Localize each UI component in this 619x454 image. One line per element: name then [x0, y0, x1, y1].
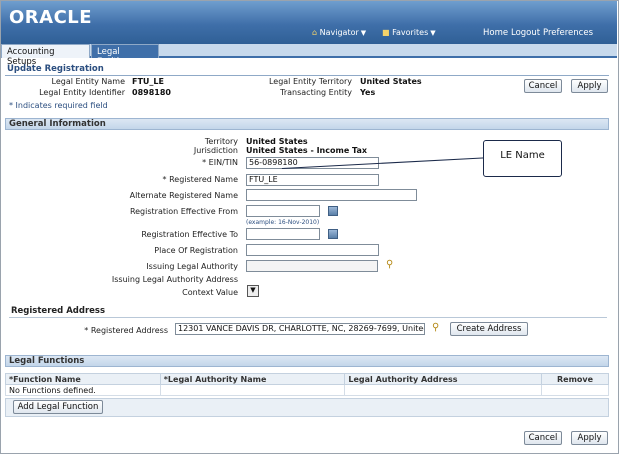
column-header-legal-authority-name: *Legal Authority Name: [159, 373, 346, 385]
tab-bar: Accounting Setups Legal Entities: [1, 44, 617, 67]
logout-link[interactable]: Logout: [511, 28, 540, 38]
registration-effective-to-input[interactable]: [246, 228, 320, 240]
chevron-down-icon: ▼: [430, 29, 436, 37]
registered-name-label: * Registered Name: [162, 175, 238, 184]
navigator-label: Navigator: [319, 28, 359, 37]
tab-legal-entities[interactable]: Legal Entities: [91, 44, 159, 67]
table-row: No Functions defined.: [5, 384, 609, 396]
favorites-label: Favorites: [392, 28, 429, 37]
context-value-label: Context Value: [182, 288, 238, 297]
legal-functions-table: *Function Name *Legal Authority Name Leg…: [5, 373, 609, 396]
search-icon[interactable]: ⚲: [386, 259, 393, 270]
footer-cancel-button[interactable]: Cancel: [524, 431, 562, 445]
cancel-button[interactable]: Cancel: [524, 79, 562, 93]
registration-effective-to-label: Registration Effective To: [141, 230, 238, 239]
legal-entity-identifier-label: Legal Entity Identifier: [39, 88, 125, 97]
search-icon[interactable]: ⚲: [432, 322, 439, 333]
issuing-legal-authority-label: Issuing Legal Authority: [146, 262, 238, 271]
registered-address-divider: [9, 317, 607, 318]
page-title: Update Registration: [7, 64, 104, 74]
place-of-registration-input[interactable]: [246, 244, 379, 256]
legal-functions-header: Legal Functions: [5, 355, 609, 367]
footer-apply-button[interactable]: Apply: [571, 431, 608, 445]
alternate-registered-name-label: Alternate Registered Name: [129, 191, 238, 200]
column-header-remove: Remove: [541, 373, 609, 385]
oracle-logo: ORACLE: [9, 7, 93, 28]
legal-entity-identifier-value: 0898180: [132, 88, 171, 97]
calendar-icon[interactable]: [328, 229, 338, 239]
ein-tin-label: * EIN/TIN: [202, 158, 238, 167]
chevron-down-icon: ▼: [250, 286, 256, 294]
calendar-icon[interactable]: [328, 206, 338, 216]
general-information-header: General Information: [5, 118, 609, 130]
jurisdiction-value: United States - Income Tax: [246, 146, 368, 155]
registered-address-heading: Registered Address: [11, 306, 106, 316]
registration-effective-from-label: Registration Effective From: [129, 207, 238, 216]
tab-accounting-setups[interactable]: Accounting Setups: [1, 44, 90, 67]
legal-entity-territory-value: United States: [360, 77, 422, 86]
folder-icon: ■: [382, 28, 390, 37]
column-header-legal-authority-address: Legal Authority Address: [344, 373, 543, 385]
territory-label: Territory: [204, 137, 238, 146]
create-address-button[interactable]: Create Address: [450, 322, 528, 336]
empty-table-message: No Functions defined.: [5, 384, 161, 396]
registered-address-label: * Registered Address: [84, 326, 168, 335]
required-field-note: * Indicates required field: [9, 101, 108, 110]
date-format-example: (example: 16-Nov-2010): [246, 219, 320, 226]
preferences-link[interactable]: Preferences: [543, 28, 593, 38]
home-house-icon: ⌂: [312, 28, 318, 37]
chevron-down-icon: ▼: [360, 29, 367, 37]
registered-name-input[interactable]: FTU_LE: [246, 174, 379, 186]
home-link[interactable]: Home: [483, 28, 508, 38]
place-of-registration-label: Place Of Registration: [154, 246, 238, 255]
legal-entity-territory-label: Legal Entity Territory: [268, 77, 352, 86]
transacting-entity-label: Transacting Entity: [280, 88, 352, 97]
territory-value: United States: [246, 137, 308, 146]
table-header-row: *Function Name *Legal Authority Name Leg…: [5, 373, 609, 385]
favorites-menu[interactable]: ■ Favorites ▼: [382, 28, 436, 37]
issuing-legal-authority-address-label: Issuing Legal Authority Address: [111, 275, 238, 284]
registration-effective-from-input[interactable]: [246, 205, 320, 217]
jurisdiction-label: Jurisdiction: [193, 146, 238, 155]
registered-address-input[interactable]: 12301 VANCE DAVIS DR, CHARLOTTE, NC, 282…: [175, 323, 425, 335]
column-header-function-name: *Function Name: [5, 373, 161, 385]
title-divider: [5, 75, 609, 76]
transacting-entity-value: Yes: [360, 88, 376, 97]
add-legal-function-button[interactable]: Add Legal Function: [13, 400, 103, 414]
issuing-legal-authority-input[interactable]: [246, 260, 378, 272]
le-name-callout: LE Name: [483, 140, 562, 177]
context-value-select[interactable]: ▼: [247, 285, 259, 297]
navigator-menu[interactable]: ⌂ Navigator ▼: [312, 28, 366, 37]
alternate-registered-name-input[interactable]: [246, 189, 417, 201]
legal-entity-name-label: Legal Entity Name: [51, 77, 125, 86]
legal-entity-name-value: FTU_LE: [132, 77, 164, 86]
apply-button[interactable]: Apply: [571, 79, 608, 93]
